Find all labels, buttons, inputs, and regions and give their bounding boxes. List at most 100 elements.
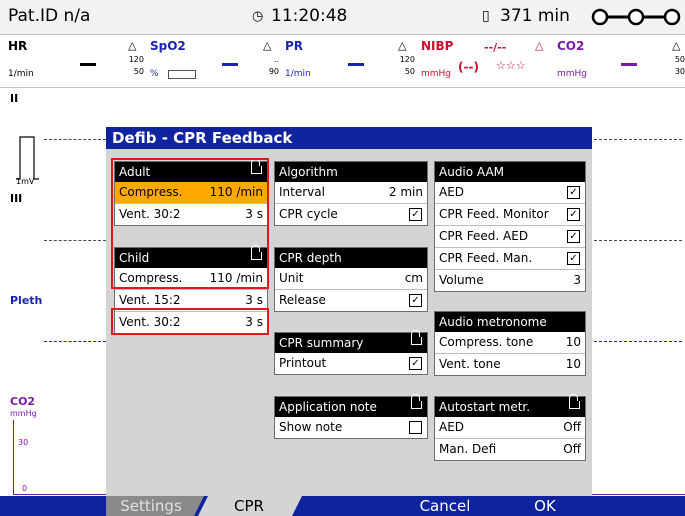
aam-cpr-feed-monitor-row[interactable]: CPR Feed. Monitor ✓ (435, 203, 585, 225)
depth-unit-row[interactable]: Unit cm (275, 268, 427, 289)
hr-value-dash (80, 63, 96, 66)
pleth-baseline (594, 341, 682, 342)
ecg-iii-baseline (44, 240, 106, 241)
lock-icon (411, 330, 422, 345)
cpr-depth-panel: CPR depth Unit cm Release ✓ (274, 247, 428, 312)
ecg-lead-iii-label: III (10, 192, 23, 205)
nibp-alarm-high: 120 (399, 55, 415, 64)
aam-cpr-feed-aed-checkbox[interactable]: ✓ (567, 230, 580, 243)
volume-row[interactable]: Volume 3 (435, 269, 585, 291)
ecg-lead-ii-label: II (10, 92, 19, 105)
nibp-quality-stars: ☆☆☆ (496, 59, 526, 72)
printout-checkbox[interactable]: ✓ (409, 357, 422, 370)
pleth-label: Pleth (10, 294, 43, 307)
alarm-bell-icon: △ (398, 39, 407, 52)
autostart-man-defi-label: Man. Defi (439, 442, 497, 456)
tab-settings[interactable]: Settings (106, 496, 196, 516)
hr-label: HR (8, 39, 28, 53)
aam-aed-checkbox[interactable]: ✓ (567, 186, 580, 199)
co2-unit: mmHg (557, 69, 588, 79)
cpr-cycle-checkbox[interactable]: ✓ (409, 208, 422, 221)
nibp-unit: mmHg (421, 69, 452, 79)
pr-unit: 1/min (285, 69, 311, 79)
aam-cpr-feed-man-row[interactable]: CPR Feed. Man. ✓ (435, 247, 585, 269)
cpr-summary-panel: CPR summary Printout ✓ (274, 330, 428, 375)
co2-scale-axis (13, 420, 14, 494)
alarm-bell-icon: △ (128, 39, 137, 52)
co2-scale-tick: 30 (18, 438, 29, 447)
pr-label: PR (285, 39, 304, 53)
co2-label: CO2 (557, 39, 585, 53)
autostart-header-label: Autostart metr. (439, 400, 531, 414)
interval-value: 2 min (388, 185, 423, 199)
interval-row[interactable]: Interval 2 min (275, 182, 427, 203)
volume-label: Volume (439, 273, 484, 287)
ecg-calibration-pulse (16, 136, 39, 180)
child-vent-15-label: Vent. 15:2 (119, 293, 181, 307)
pleth-baseline (44, 341, 106, 342)
spo2-alarm-low: 50 (133, 67, 144, 76)
depth-unit-value: cm (404, 271, 423, 285)
vent-tone-row[interactable]: Vent. tone 10 (435, 353, 585, 375)
audio-aam-header: Audio AAM (435, 162, 585, 182)
aam-cpr-feed-monitor-checkbox[interactable]: ✓ (567, 208, 580, 221)
application-note-header-label: Application note (279, 400, 377, 414)
clock-icon: ◷ (252, 9, 264, 24)
spo2-value-dash (222, 63, 238, 66)
printout-row[interactable]: Printout ✓ (275, 353, 427, 374)
aam-cpr-feed-aed-label: CPR Feed. AED (439, 229, 529, 243)
nibp-mean: (--) (458, 60, 479, 74)
tab-cpr[interactable]: CPR (205, 496, 293, 516)
cpr-summary-header-label: CPR summary (279, 336, 364, 350)
nibp-alarm-low: 50 (404, 67, 415, 76)
highlight-box-child-vent (111, 308, 269, 335)
show-note-label: Show note (279, 420, 343, 434)
audio-metronome-header: Audio metronome (435, 312, 585, 332)
battery-time: 371 min (500, 6, 570, 26)
audio-metronome-panel: Audio metronome Compress. tone 10 Vent. t… (434, 311, 586, 376)
co2-alarm-low: 30 (674, 67, 685, 76)
ecg-iii-baseline (594, 240, 682, 241)
autostart-aed-label: AED (439, 420, 465, 434)
show-note-row[interactable]: Show note (275, 417, 427, 438)
patient-id: Pat.ID n/a (8, 6, 91, 26)
aam-cpr-feed-aed-row[interactable]: CPR Feed. AED ✓ (435, 225, 585, 247)
spo2-label: SpO2 (150, 39, 186, 53)
release-row[interactable]: Release ✓ (275, 289, 427, 311)
battery-icon: ▯ (482, 8, 490, 24)
algorithm-header: Algorithm (275, 162, 427, 182)
ok-button[interactable]: OK (500, 496, 590, 516)
ecg-scale-label: 1mV (16, 177, 35, 186)
aam-cpr-feed-man-checkbox[interactable]: ✓ (567, 252, 580, 265)
release-checkbox[interactable]: ✓ (409, 294, 422, 307)
cancel-button[interactable]: Cancel (400, 496, 490, 516)
aam-aed-label: AED (439, 185, 465, 199)
aam-aed-row[interactable]: AED ✓ (435, 182, 585, 203)
aam-cpr-feed-monitor-label: CPR Feed. Monitor (439, 207, 549, 221)
depth-unit-label: Unit (279, 271, 304, 285)
highlight-box-adult (111, 158, 269, 289)
compress-tone-row[interactable]: Compress. tone 10 (435, 332, 585, 353)
release-label: Release (279, 293, 326, 307)
application-note-panel: Application note Show note (274, 394, 428, 439)
hr-unit: 1/min (8, 69, 34, 79)
autostart-man-defi-value: Off (563, 442, 581, 456)
co2-baseline (592, 494, 685, 495)
autostart-header: Autostart metr. (435, 394, 585, 417)
vent-tone-label: Vent. tone (439, 357, 501, 371)
interval-label: Interval (279, 185, 325, 199)
parameter-row: HR 1/min △ SpO2 120 50 % △ PR .. 90 1/mi… (0, 35, 685, 88)
autostart-aed-row[interactable]: AED Off (435, 417, 585, 438)
show-note-checkbox[interactable] (409, 421, 422, 434)
printout-label: Printout (279, 356, 327, 370)
alarm-bell-icon: △ (535, 39, 544, 52)
clock-time: 11:20:48 (271, 6, 348, 26)
cpr-cycle-row[interactable]: CPR cycle ✓ (275, 203, 427, 225)
spo2-unit: % (150, 69, 159, 79)
autostart-man-defi-row[interactable]: Man. Defi Off (435, 438, 585, 460)
audio-aam-panel: Audio AAM AED ✓ CPR Feed. Monitor ✓ CPR Fe… (434, 161, 586, 292)
application-note-header: Application note (275, 394, 427, 417)
ecg-ii-baseline (594, 139, 682, 140)
aam-cpr-feed-man-label: CPR Feed. Man. (439, 251, 533, 265)
cpr-summary-header: CPR summary (275, 330, 427, 353)
